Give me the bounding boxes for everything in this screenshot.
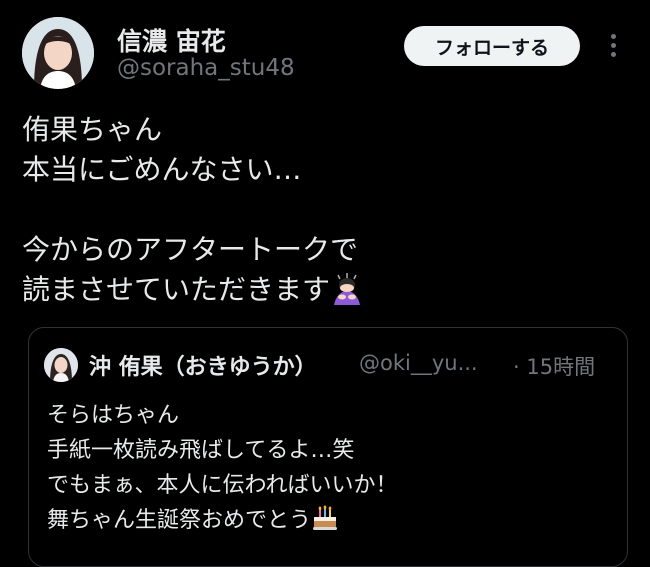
author-display-name[interactable]: 信濃 宙花 bbox=[117, 22, 226, 58]
profile-photo-icon bbox=[22, 17, 94, 89]
quoted-text: そらはちゃん 手紙一枚読み飛ばしてるよ…笑 でもまぁ、本人に伝わればいいか！ 舞… bbox=[47, 403, 398, 533]
quoted-tweet[interactable]: 沖 侑果（おきゆうか） @oki__yu... · 15時間 そらはちゃん 手紙… bbox=[28, 327, 628, 567]
tweet-header: 信濃 宙花 @soraha_stu48 フォローする bbox=[0, 0, 650, 100]
tweet-body: 侑果ちゃん 本当にごめんなさい… 今からのアフタートークで 読まさせていただきま… bbox=[22, 110, 622, 310]
person-bowing-emoji bbox=[334, 273, 361, 305]
profile-photo-icon bbox=[44, 348, 78, 382]
quoted-timestamp[interactable]: · 15時間 bbox=[513, 351, 595, 381]
quoted-author-name[interactable]: 沖 侑果（おきゆうか） bbox=[89, 349, 317, 381]
tweet-text: 侑果ちゃん 本当にごめんなさい… 今からのアフタートークで 読まさせていただきま… bbox=[22, 113, 359, 306]
quoted-author-avatar[interactable] bbox=[44, 348, 78, 382]
follow-button[interactable]: フォローする bbox=[404, 26, 580, 66]
author-handle[interactable]: @soraha_stu48 bbox=[117, 55, 295, 81]
more-vertical-icon[interactable] bbox=[605, 34, 621, 58]
quoted-author-handle[interactable]: @oki__yu... bbox=[359, 351, 478, 375]
quoted-body: そらはちゃん 手紙一枚読み飛ばしてるよ…笑 でもまぁ、本人に伝わればいいか！ 舞… bbox=[47, 398, 607, 538]
birthday-cake-emoji bbox=[313, 505, 338, 530]
author-avatar[interactable] bbox=[22, 17, 94, 89]
